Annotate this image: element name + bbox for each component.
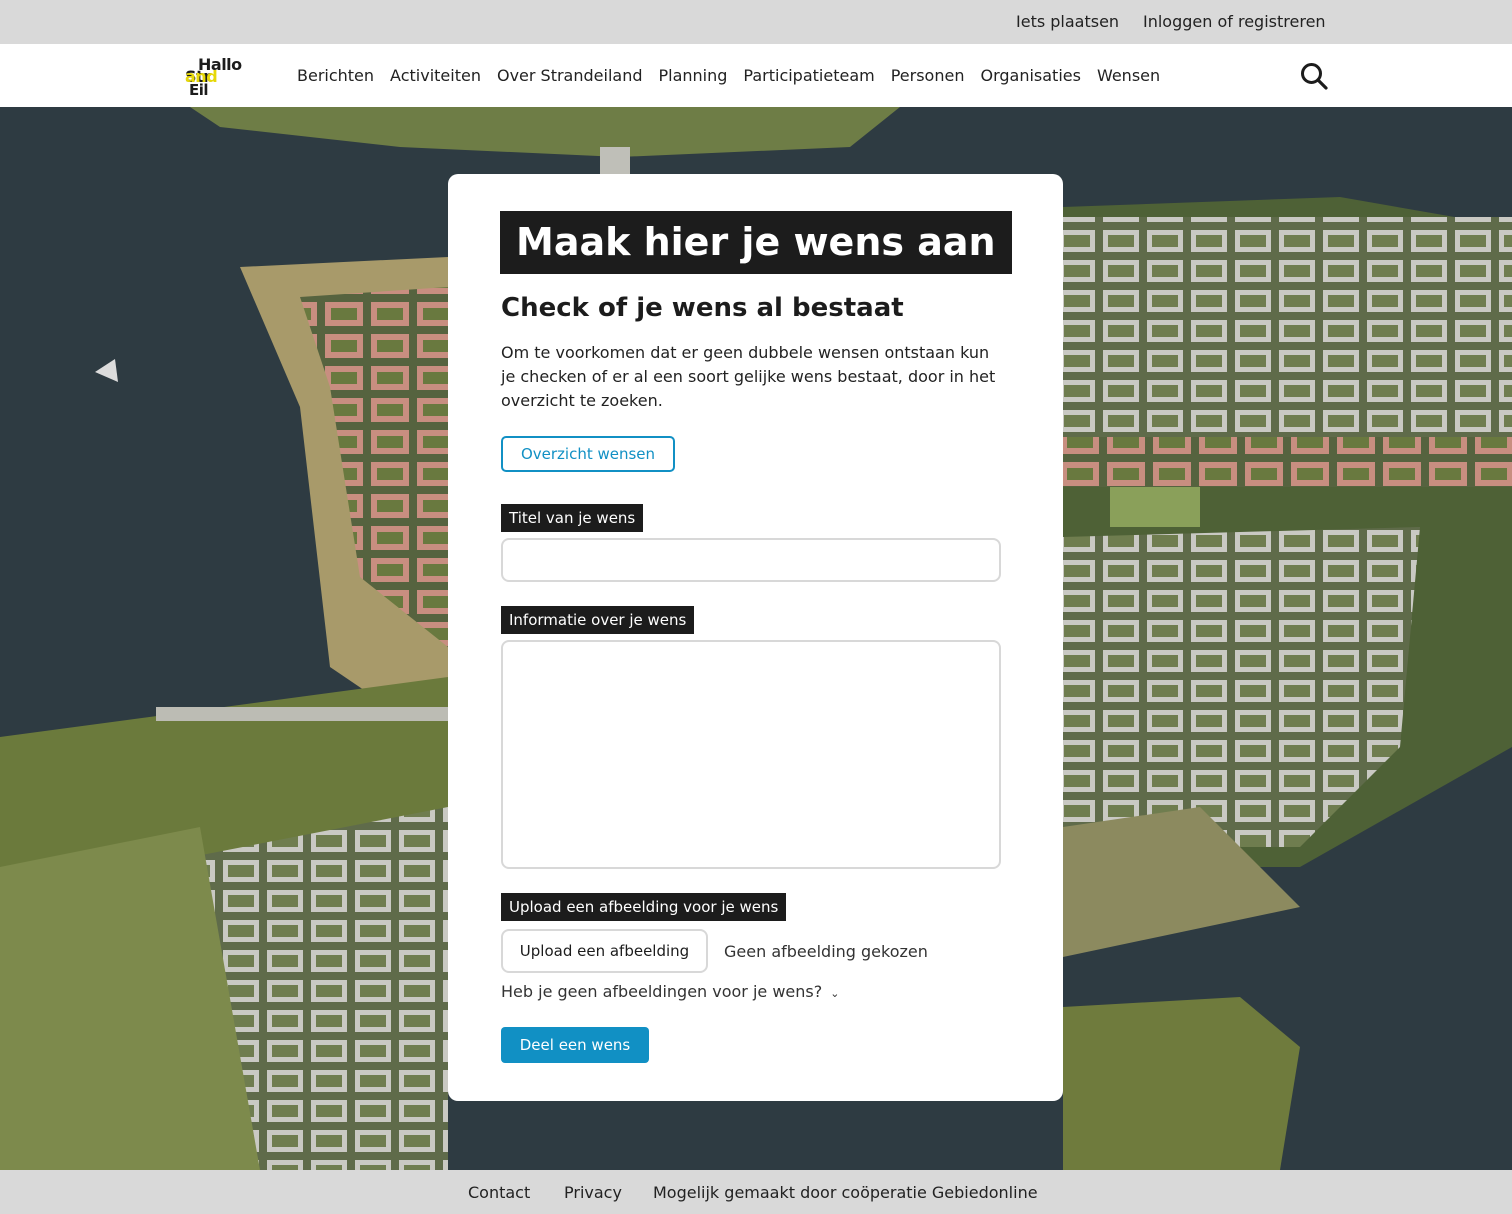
overview-wishes-button[interactable]: Overzicht wensen: [501, 436, 675, 472]
page-title: Maak hier je wens aan: [500, 211, 1012, 274]
footer-contact-link[interactable]: Contact: [468, 1183, 530, 1202]
nav-item-participatieteam[interactable]: Participatieteam: [743, 66, 874, 85]
nav-item-over-strandeiland[interactable]: Over Strandeiland: [497, 66, 643, 85]
login-register-link[interactable]: Inloggen of registreren: [1143, 12, 1326, 31]
check-description: Om te voorkomen dat er geen dubbele wens…: [501, 343, 996, 410]
upload-image-button[interactable]: Upload een afbeelding: [501, 929, 708, 973]
chevron-down-icon: ⌄: [830, 987, 840, 1000]
nav-menu: Berichten Activiteiten Over Strandeiland…: [297, 66, 1160, 85]
footer-privacy-link[interactable]: Privacy: [564, 1183, 622, 1202]
main-nav: Hallo Str and Eil Berichten Activiteiten …: [0, 44, 1512, 107]
info-label: Informatie over je wens: [501, 606, 695, 634]
title-label: Titel van je wens: [501, 504, 644, 532]
nav-item-personen[interactable]: Personen: [891, 66, 965, 85]
nav-item-organisaties[interactable]: Organisaties: [980, 66, 1080, 85]
nav-item-berichten[interactable]: Berichten: [297, 66, 374, 85]
logo-line-3: Eil: [189, 81, 209, 99]
search-icon[interactable]: [1299, 61, 1329, 91]
upload-label: Upload een afbeelding voor je wens: [501, 893, 787, 921]
footer: Contact Privacy Mogelijk gemaakt door co…: [0, 1170, 1512, 1214]
upload-status: Geen afbeelding gekozen: [724, 942, 928, 961]
wish-form-card: Maak hier je wens aan Check of je wens a…: [448, 174, 1063, 1101]
post-something-link[interactable]: Iets plaatsen: [1016, 12, 1119, 31]
share-wish-button[interactable]: Deel een wens: [501, 1027, 649, 1063]
nav-item-activiteiten[interactable]: Activiteiten: [390, 66, 481, 85]
site-logo[interactable]: Hallo Str and Eil: [185, 55, 249, 99]
info-textarea[interactable]: [501, 640, 1001, 869]
nav-item-planning[interactable]: Planning: [658, 66, 727, 85]
no-images-toggle[interactable]: Heb je geen afbeeldingen voor je wens? ⌄: [501, 982, 839, 1001]
utility-bar: Iets plaatsen Inloggen of registreren: [0, 0, 1512, 44]
title-input[interactable]: [501, 538, 1001, 582]
nav-item-wensen[interactable]: Wensen: [1097, 66, 1160, 85]
no-images-toggle-label: Heb je geen afbeeldingen voor je wens?: [501, 982, 823, 1001]
check-heading: Check of je wens al bestaat: [501, 293, 904, 323]
footer-credit: Mogelijk gemaakt door coöperatie Gebiedo…: [653, 1183, 1038, 1202]
